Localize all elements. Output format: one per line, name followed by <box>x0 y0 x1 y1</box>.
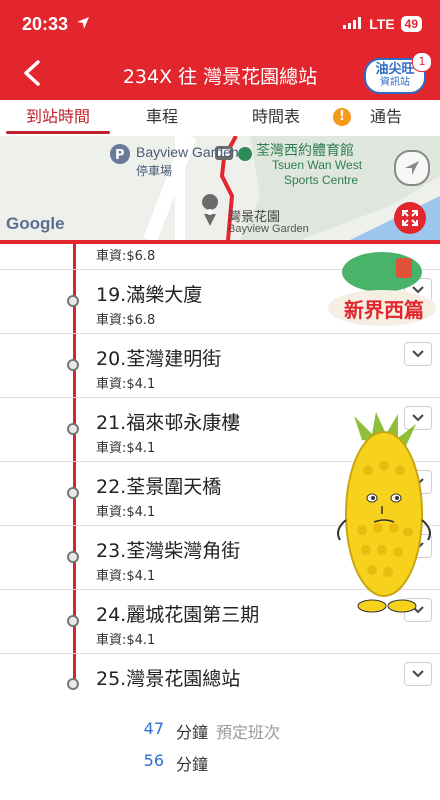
notification-count: 1 <box>412 52 432 72</box>
tab-journey[interactable]: 車程 <box>120 100 204 136</box>
chevron-down-icon <box>412 670 424 678</box>
alert-icon[interactable]: ! <box>333 108 351 126</box>
stop-fare: 車資:$4.1 <box>96 505 156 520</box>
stop-name: 23.荃灣柴灣角街 <box>96 540 241 562</box>
corn-mascot <box>332 410 436 616</box>
stop-name: 24.麗城花園第三期 <box>96 604 260 626</box>
eta-row: 47 分鐘 預定班次 <box>0 719 440 749</box>
map-label-sports-zh: 荃灣西約體育館 <box>256 142 354 158</box>
expand-icon <box>402 210 418 226</box>
map-label-parking: Bayview Garden <box>136 144 239 160</box>
stop-marker <box>67 551 79 563</box>
map-label-parking-zh: 停車場 <box>136 164 173 178</box>
stop-marker <box>67 423 79 435</box>
tab-bar: 到站時間 車程 時間表 通告 <box>0 100 440 137</box>
stop-row[interactable]: 20.荃灣建明街 車資:$4.1 <box>0 334 440 398</box>
google-logo: Google <box>6 214 65 233</box>
map-label-sports-en1: Tsuen Wan West <box>272 158 363 172</box>
stop-name: 20.荃灣建明街 <box>96 348 222 370</box>
promo-title: 新界西篇 <box>344 298 424 322</box>
tab-timetable[interactable]: 時間表 <box>236 100 316 136</box>
badge-line1: 油尖旺 <box>375 62 415 77</box>
battery-indicator: 49 <box>400 16 422 32</box>
stop-fare: 車資:$4.1 <box>96 633 156 648</box>
chevron-down-icon <box>412 350 424 358</box>
stop-marker <box>67 295 79 307</box>
map-label-sports-en2: Sports Centre <box>284 173 359 187</box>
district-info-badge[interactable]: 油尖旺 資訊站 1 <box>364 52 432 96</box>
stop-name: 25.灣景花園總站 <box>96 668 241 689</box>
badge-line2: 資訊站 <box>380 77 410 88</box>
compass-button[interactable] <box>394 150 430 186</box>
eta-unit: 分鐘 <box>176 723 209 742</box>
eta-note: 預定班次 <box>216 723 281 742</box>
stop-row[interactable]: 25.灣景花園總站 <box>0 654 440 689</box>
expand-stop-button[interactable] <box>404 662 432 686</box>
stop-name: 19.滿樂大廈 <box>96 284 203 306</box>
app-header: 20:33 LTE 49 234X 往 灣景花園總站 油尖旺 資訊站 1 <box>0 0 440 100</box>
stop-marker <box>67 487 79 499</box>
status-time: 20:33 <box>22 14 69 34</box>
expand-stop-button[interactable] <box>404 342 432 366</box>
signal-icon <box>343 16 363 32</box>
stop-fare: 車資:$4.1 <box>96 441 156 456</box>
tab-active-indicator <box>6 131 110 134</box>
stop-fare: 車資:$4.1 <box>96 377 156 392</box>
status-indicators: LTE 49 <box>343 16 422 32</box>
expand-map-button[interactable] <box>394 202 426 234</box>
tab-notices[interactable]: 通告 <box>358 100 414 136</box>
corn-mascot-icon <box>337 412 431 613</box>
stop-marker <box>67 359 79 371</box>
route-map[interactable]: P Bayview Garden 停車場 荃灣西約體育館 Tsuen Wan W… <box>0 136 440 240</box>
stop-fare: 車資:$6.8 <box>96 249 156 264</box>
compass-icon <box>405 161 419 175</box>
eta-minutes: 56 <box>143 751 164 770</box>
eta-minutes: 47 <box>143 719 164 738</box>
stop-marker <box>67 615 79 627</box>
network-label: LTE <box>369 16 395 32</box>
stop-name: 21.福來邨永康樓 <box>96 412 241 434</box>
location-arrow-icon <box>76 15 90 34</box>
stop-name: 22.荃景圍天橋 <box>96 476 222 498</box>
svg-text:P: P <box>115 148 125 163</box>
promo-banner[interactable]: 新界西篇 <box>326 250 438 330</box>
map-label-stop-en: Bayview Garden <box>228 223 309 235</box>
eta-unit: 分鐘 <box>176 755 209 774</box>
stop-fare: 車資:$4.1 <box>96 569 156 584</box>
eta-row: 56 分鐘 <box>0 751 440 781</box>
stop-marker <box>67 678 79 690</box>
stop-fare: 車資:$6.8 <box>96 313 156 328</box>
